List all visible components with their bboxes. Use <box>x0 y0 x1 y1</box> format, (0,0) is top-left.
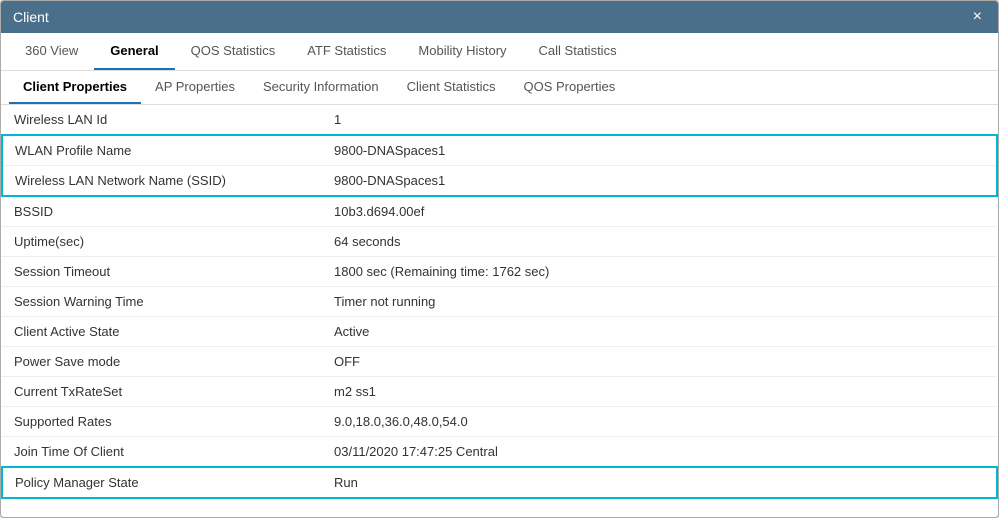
property-name: Wireless LAN Id <box>2 105 322 135</box>
property-value: 9800-DNASpaces1 <box>322 166 997 197</box>
property-name: Power Save mode <box>2 347 322 377</box>
property-value: 1 <box>322 105 997 135</box>
table-row: BSSID10b3.d694.00ef <box>2 196 997 227</box>
content-area: Wireless LAN Id1WLAN Profile Name9800-DN… <box>1 105 998 517</box>
property-value: Timer not running <box>322 287 997 317</box>
table-row: WLAN Profile Name9800-DNASpaces1 <box>2 135 997 166</box>
property-value: Run <box>322 467 997 498</box>
property-value: 10b3.d694.00ef <box>322 196 997 227</box>
property-name: Uptime(sec) <box>2 227 322 257</box>
top-tab-call-stats[interactable]: Call Statistics <box>523 33 633 70</box>
property-name: Client Active State <box>2 317 322 347</box>
property-value: 03/11/2020 17:47:25 Central <box>322 437 997 468</box>
sub-tab-qos-props[interactable]: QOS Properties <box>509 71 629 104</box>
close-button[interactable]: × <box>969 9 986 25</box>
property-name: Session Warning Time <box>2 287 322 317</box>
property-value: 9800-DNASpaces1 <box>322 135 997 166</box>
client-modal: Client × 360 ViewGeneralQOS StatisticsAT… <box>0 0 999 518</box>
property-name: Current TxRateSet <box>2 377 322 407</box>
table-row: Wireless LAN Id1 <box>2 105 997 135</box>
property-value: OFF <box>322 347 997 377</box>
property-name: Wireless LAN Network Name (SSID) <box>2 166 322 197</box>
property-value: Active <box>322 317 997 347</box>
top-tab-general[interactable]: General <box>94 33 174 70</box>
properties-table: Wireless LAN Id1WLAN Profile Name9800-DN… <box>1 105 998 499</box>
property-name: Policy Manager State <box>2 467 322 498</box>
property-value: m2 ss1 <box>322 377 997 407</box>
modal-title: Client <box>13 9 49 25</box>
top-tab-360view[interactable]: 360 View <box>9 33 94 70</box>
table-row: Policy Manager StateRun <box>2 467 997 498</box>
sub-tab-security-info[interactable]: Security Information <box>249 71 393 104</box>
top-tab-atf-stats[interactable]: ATF Statistics <box>291 33 402 70</box>
table-row: Session Warning TimeTimer not running <box>2 287 997 317</box>
sub-tab-client-stats[interactable]: Client Statistics <box>393 71 510 104</box>
table-row: Uptime(sec)64 seconds <box>2 227 997 257</box>
property-name: Join Time Of Client <box>2 437 322 468</box>
table-row: Session Timeout1800 sec (Remaining time:… <box>2 257 997 287</box>
table-row: Supported Rates9.0,18.0,36.0,48.0,54.0 <box>2 407 997 437</box>
property-name: BSSID <box>2 196 322 227</box>
top-tab-mobility-history[interactable]: Mobility History <box>402 33 522 70</box>
property-value: 64 seconds <box>322 227 997 257</box>
properties-table-container[interactable]: Wireless LAN Id1WLAN Profile Name9800-DN… <box>1 105 998 517</box>
top-tab-qos-stats[interactable]: QOS Statistics <box>175 33 292 70</box>
property-value: 1800 sec (Remaining time: 1762 sec) <box>322 257 997 287</box>
property-name: Session Timeout <box>2 257 322 287</box>
sub-tabs-container: Client PropertiesAP PropertiesSecurity I… <box>1 71 998 105</box>
top-tabs-container: 360 ViewGeneralQOS StatisticsATF Statist… <box>1 33 998 71</box>
table-row: Join Time Of Client03/11/2020 17:47:25 C… <box>2 437 997 468</box>
property-value: 9.0,18.0,36.0,48.0,54.0 <box>322 407 997 437</box>
table-row: Power Save modeOFF <box>2 347 997 377</box>
table-row: Wireless LAN Network Name (SSID)9800-DNA… <box>2 166 997 197</box>
sub-tab-ap-props[interactable]: AP Properties <box>141 71 249 104</box>
modal-header: Client × <box>1 1 998 33</box>
sub-tab-client-props[interactable]: Client Properties <box>9 71 141 104</box>
table-row: Current TxRateSetm2 ss1 <box>2 377 997 407</box>
table-row: Client Active StateActive <box>2 317 997 347</box>
property-name: Supported Rates <box>2 407 322 437</box>
property-name: WLAN Profile Name <box>2 135 322 166</box>
